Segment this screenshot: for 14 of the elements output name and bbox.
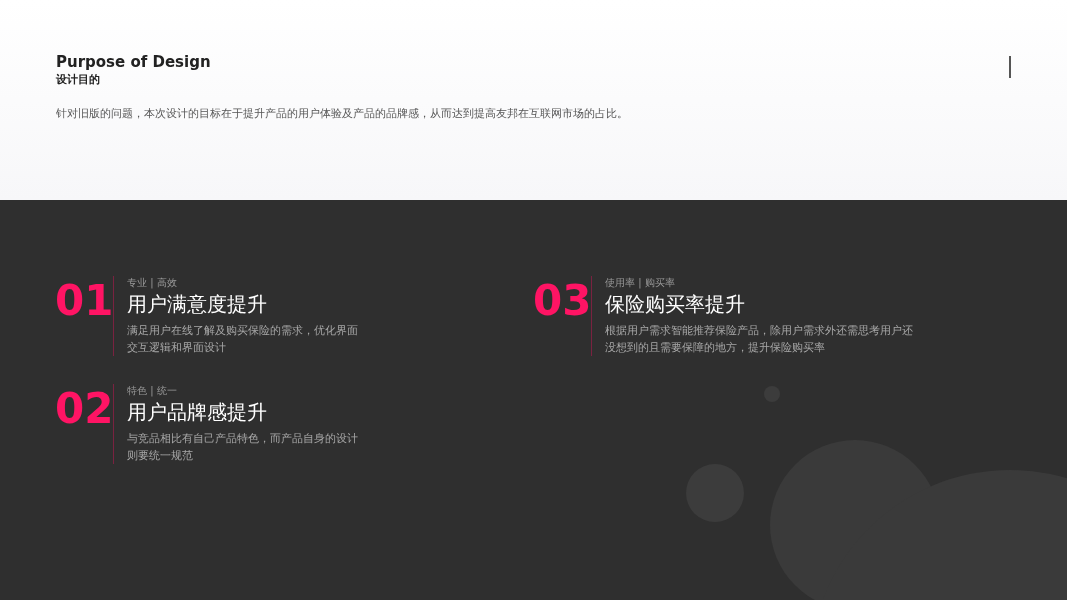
goal-title: 保险购买率提升 <box>605 291 746 318</box>
section-description: 针对旧版的问题，本次设计的目标在于提升产品的用户体验及产品的品牌感，从而达到提高友邦在互联网市场的占比。 <box>56 106 629 122</box>
section-title: Purpose of Design <box>56 52 211 72</box>
goal-description: 与竞品相比有自己产品特色，而产品自身的设计则要统一规范 <box>127 431 359 464</box>
goal-title: 用户满意度提升 <box>127 291 268 318</box>
goal-number: 03 <box>533 278 591 324</box>
goal-description: 满足用户在线了解及购买保险的需求，优化界面交互逻辑和界面设计 <box>127 323 359 356</box>
goal-description: 根据用户需求智能推荐保险产品，除用户需求外还需思考用户还没想到的且需要保障的地方，提升保险购买率 <box>605 323 914 356</box>
goal-tags: 使用率 | 购买率 <box>605 276 935 290</box>
goal-title: 用户品牌感提升 <box>127 399 268 426</box>
goal-number: 01 <box>55 278 113 324</box>
goal-number: 02 <box>55 386 113 432</box>
goal-tags: 专业 | 高效 <box>127 276 457 290</box>
section-subtitle: 设计目的 <box>56 72 101 88</box>
